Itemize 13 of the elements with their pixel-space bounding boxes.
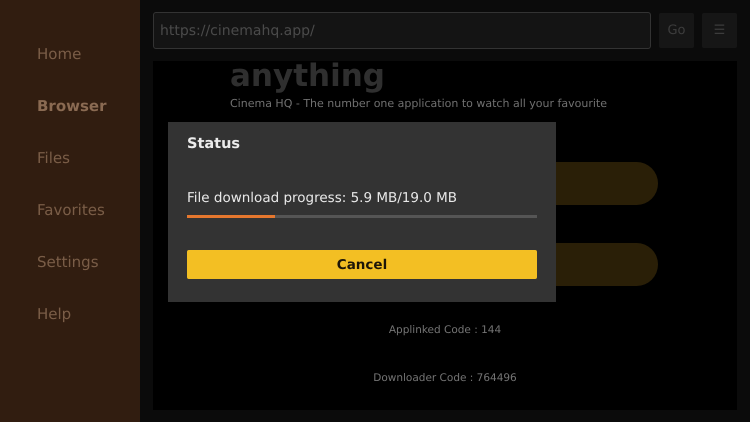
progress-message: File download progress: 5.9 MB/19.0 MB <box>187 190 458 206</box>
applinked-code: Applinked Code : 144 <box>388 324 502 336</box>
sidebar-item[interactable]: Home <box>0 43 140 65</box>
sidebar-item[interactable]: Files <box>0 147 140 169</box>
sidebar-item[interactable]: Settings <box>0 251 140 273</box>
sidebar-item[interactable]: Browser <box>0 95 140 117</box>
dialog-title: Status <box>187 136 242 152</box>
sidebar-item[interactable]: Favorites <box>0 199 140 221</box>
downloader-code: Downloader Code : 764496 <box>373 372 517 384</box>
tagline: Cinema HQ - The number one application to watch all your favourite <box>230 97 608 110</box>
menu-button[interactable]: ☰ <box>702 13 737 48</box>
sidebar-item[interactable]: Help <box>0 303 140 325</box>
cancel-button[interactable]: Cancel <box>187 250 537 279</box>
